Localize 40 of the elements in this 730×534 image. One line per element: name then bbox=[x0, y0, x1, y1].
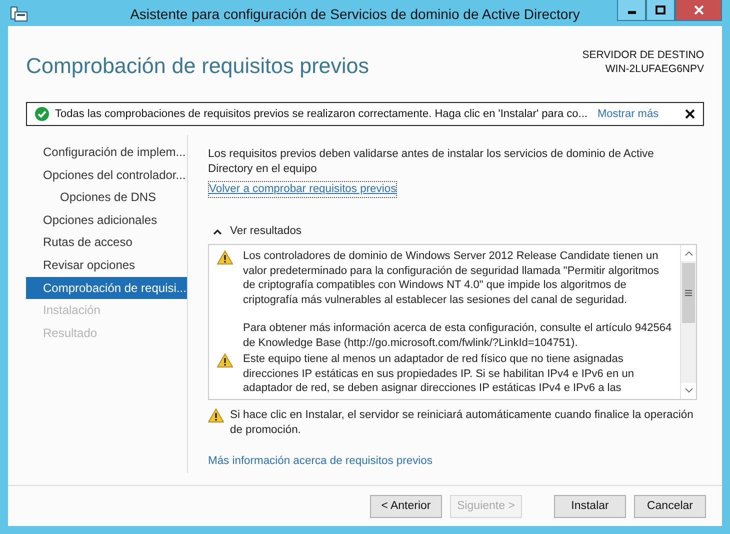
warning-icon bbox=[217, 250, 233, 265]
results-toggle[interactable]: Ver resultados bbox=[230, 224, 302, 239]
recheck-link[interactable]: Volver a comprobar requisitos previos bbox=[208, 181, 398, 198]
scrollbar[interactable] bbox=[680, 245, 696, 398]
warning-text: Los controladores de dominio de Windows Server 2012 Release Candidate tienen un valor predeterminado para la configuración de seguridad llamada "Permitir algoritmos de criptografía compatibles con Windows NT 4.0" que impide los algoritmos de criptografía más vulnerables al establecer las sesiones del canal de seguridad. bbox=[243, 249, 660, 307]
app-icon bbox=[10, 6, 28, 22]
nav-item[interactable]: Comprobación de requisi... bbox=[26, 276, 187, 300]
restart-warning-text: Si hace clic en Instalar, el servidor se reiniciará automáticamente cuando finalice la operación de promoción. bbox=[230, 408, 694, 438]
nav-item[interactable]: Configuración de implem... bbox=[26, 141, 187, 164]
maximize-button[interactable] bbox=[646, 0, 675, 21]
warning-icon bbox=[208, 408, 224, 422]
warning-text: Para obtener más información acerca de esta configuración, consulte el artículo 942564 de Knowledge Base (http://go.microsoft.com/fwlink/?LinkId=104751). bbox=[243, 321, 672, 350]
action-button[interactable]: Instalar bbox=[554, 494, 626, 518]
nav-item[interactable]: Opciones del controlador... bbox=[26, 164, 187, 186]
minimize-button[interactable] bbox=[617, 0, 646, 21]
more-info-link[interactable]: Más información acerca de requisitos previos bbox=[208, 454, 697, 468]
action-button[interactable]: Cancelar bbox=[634, 494, 706, 518]
target-label: SERVIDOR DE DESTINO bbox=[582, 48, 704, 62]
show-more-link[interactable]: Mostrar más bbox=[597, 108, 659, 120]
window-title: Asistente para configuración de Servicios de dominio de Active Directory bbox=[130, 5, 580, 22]
nav-item[interactable]: Revisar opciones bbox=[26, 254, 187, 277]
warning-icon bbox=[217, 353, 233, 368]
notification-message: Todas las comprobaciones de requisitos previos se realizaron correctamente. Haga clic en 'Instalar' para co... bbox=[55, 108, 588, 120]
nav-item[interactable]: Rutas de acceso bbox=[26, 231, 187, 254]
success-icon bbox=[35, 107, 49, 121]
intro-text: Los requisitos previos deben validarse antes de instalar los servicios de dominio de Active Directory en el equipo bbox=[208, 147, 655, 177]
close-button[interactable] bbox=[675, 0, 722, 21]
scroll-down-icon[interactable] bbox=[684, 388, 692, 393]
grip-icon bbox=[685, 290, 692, 296]
wizard-nav-button[interactable]: < Anterior bbox=[370, 494, 442, 518]
close-icon bbox=[694, 5, 704, 15]
nav-item[interactable]: Opciones adicionales bbox=[26, 208, 187, 232]
maximize-icon bbox=[655, 5, 666, 15]
scroll-up-icon[interactable] bbox=[684, 250, 692, 256]
collapse-icon[interactable] bbox=[213, 228, 222, 234]
warning-text: Este equipo tiene al menos un adaptador de red físico que no tiene asignadas direcciones IP estáticas en sus propiedades IP. Si se habilitan IPv4 e IPv6 en un adaptador de red, se deben asignar direcciones IP estáticas IPv4 e IPv6 a las bbox=[243, 352, 635, 396]
close-icon[interactable] bbox=[685, 109, 695, 119]
nav-item[interactable]: Opciones de DNS bbox=[26, 186, 187, 209]
target-server: WIN-2LUFAEG6NPV bbox=[604, 62, 704, 76]
page-title: Comprobación de requisitos previos bbox=[26, 54, 369, 80]
